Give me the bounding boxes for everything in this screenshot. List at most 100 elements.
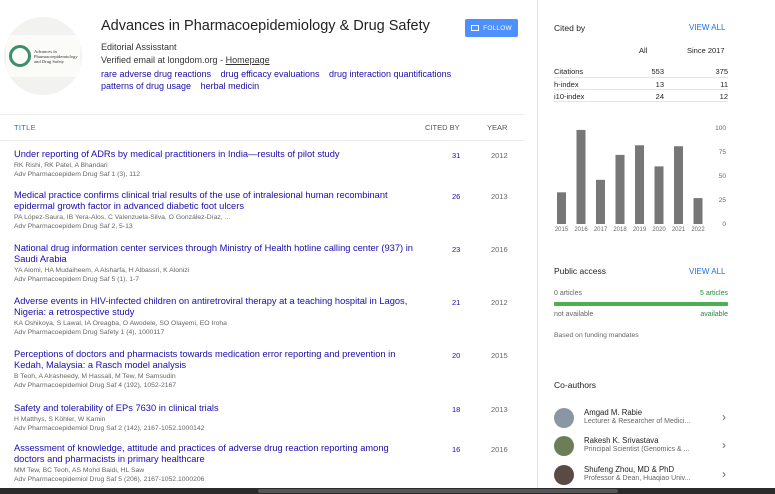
article-year: 2016	[491, 445, 508, 454]
main-column: Advances in Pharmacoepidemiology and Dru…	[0, 0, 524, 494]
profile-name: Advances in Pharmacoepidemiology & Drug …	[101, 18, 430, 34]
chevron-right-icon: ›	[722, 467, 726, 481]
article-venue: Adv Pharmacoepidemiol Drug Saf 5 (206), …	[14, 476, 205, 483]
article-cited-count[interactable]: 20	[452, 351, 460, 360]
stat-divider	[554, 101, 728, 102]
chart-bar-2016[interactable]	[576, 129, 586, 224]
article-authors: MM Tew, BC Teoh, AS Mohd Baidi, HL Saw	[14, 467, 145, 474]
chart-x-tick-label: 2018	[613, 227, 627, 233]
stat-col-since: Since 2017	[687, 46, 725, 55]
article-row: Safety and tolerability of EPs 7630 in c…	[14, 403, 524, 433]
coauthor-avatar	[554, 436, 574, 456]
funding-mandates-note: Based on funding mandates	[554, 332, 639, 339]
avatar-logo-text: Advances in Pharmacoepidemiology and Dru…	[34, 48, 78, 64]
stat-divider	[554, 77, 728, 78]
sort-by-title[interactable]: TITLE	[14, 123, 36, 132]
chart-y-tick-label: 0	[722, 221, 726, 228]
article-cited-count[interactable]: 23	[452, 245, 460, 254]
article-year: 2016	[491, 245, 508, 254]
article-venue: Adv Pharmacoepidemiol Drug Saf 4 (192), …	[14, 382, 177, 389]
coauthor-avatar	[554, 408, 574, 428]
chart-x-tick-label: 2016	[574, 227, 588, 233]
not-available-label: not available	[554, 311, 594, 318]
chart-bar-2019[interactable]	[635, 145, 644, 224]
chart-x-tick-label: 2019	[633, 227, 647, 233]
cited-by-view-all[interactable]: VIEW ALL	[689, 23, 725, 32]
article-authors: PA López-Saura, IB Yera-Alos, C Valenzue…	[14, 214, 231, 221]
coauthor-affiliation: Principal Scientist (Genomics & ...	[584, 446, 690, 453]
article-authors: KA Oshikoya, S Lawal, IA Oreagba, O Awod…	[14, 320, 227, 327]
coauthor-affiliation: Lecturer & Researcher of Medici...	[584, 418, 691, 425]
interest-link[interactable]: patterns of drug usage	[101, 81, 191, 91]
profile-affiliation: Editorial Assisstant	[101, 42, 177, 52]
sort-by-cited[interactable]: CITED BY	[425, 123, 460, 132]
article-venue: Adv Pharmacoepidem Drug Saf 5 (1), 1-7	[14, 276, 140, 283]
coauthor-name: Shufeng Zhou, MD & PhD	[584, 465, 675, 474]
coauthor-item[interactable]: Amgad M. Rabie Lecturer & Researcher of …	[554, 408, 734, 434]
sort-by-year[interactable]: YEAR	[487, 123, 507, 132]
interest-link[interactable]: rare adverse drug reactions	[101, 69, 211, 79]
articles-table-header: TITLE CITED BY YEAR	[0, 114, 524, 141]
article-cited-count[interactable]: 18	[452, 405, 460, 414]
public-access-heading: Public access	[554, 266, 606, 276]
scrollbar-thumb[interactable]	[258, 489, 618, 493]
available-count[interactable]: 5 articles	[700, 290, 728, 297]
interest-link[interactable]: drug interaction quantifications	[329, 69, 451, 79]
chevron-right-icon: ›	[722, 438, 726, 452]
article-title[interactable]: National drug information center service…	[14, 243, 414, 265]
public-access-view-all[interactable]: VIEW ALL	[689, 267, 725, 276]
article-year: 2012	[491, 151, 508, 160]
coauthor-name: Amgad M. Rabie	[584, 408, 643, 417]
chart-bar-2018[interactable]	[615, 154, 625, 224]
article-cited-count[interactable]: 26	[452, 192, 460, 201]
article-row: Assessment of knowledge, attitude and pr…	[14, 443, 524, 484]
chart-x-tick-label: 2015	[555, 227, 569, 233]
chart-x-tick-label: 2017	[594, 227, 608, 233]
article-year: 2015	[491, 351, 508, 360]
article-cited-count[interactable]: 31	[452, 151, 460, 160]
profile-header: Advances in Pharmacoepidemiology and Dru…	[0, 0, 524, 108]
chart-bar-2020[interactable]	[654, 166, 664, 224]
article-row: Medical practice confirms clinical trial…	[14, 190, 524, 231]
article-cited-count[interactable]: 21	[452, 298, 460, 307]
article-row: Adverse events in HIV-infected children …	[14, 296, 524, 337]
horizontal-scrollbar[interactable]	[0, 488, 775, 494]
coauthor-avatar	[554, 465, 574, 485]
chart-bar-2015[interactable]	[557, 192, 566, 224]
article-cited-count[interactable]: 16	[452, 445, 460, 454]
article-title[interactable]: Under reporting of ADRs by medical pract…	[14, 149, 414, 160]
homepage-link[interactable]: Homepage	[226, 55, 270, 65]
public-access-bar	[554, 302, 728, 306]
chart-bar-2022[interactable]	[693, 198, 703, 224]
chart-bar-2017[interactable]	[596, 179, 605, 224]
article-venue: Adv Pharmacoepidem Drug Saf 1 (3), 112	[14, 171, 141, 178]
profile-email: Verified email at longdom.org - Homepage	[101, 55, 270, 65]
article-title[interactable]: Perceptions of doctors and pharmacists t…	[14, 349, 414, 371]
journal-logo-icon	[9, 45, 31, 67]
profile-avatar: Advances in Pharmacoepidemiology and Dru…	[4, 17, 82, 95]
available-label: available	[700, 311, 728, 318]
chart-x-tick-label: 2021	[672, 227, 686, 233]
chart-y-tick-label: 25	[719, 197, 727, 204]
article-authors: B Teoh, A Alrasheedy, M Hassali, M Tew, …	[14, 373, 176, 380]
coauthors-heading: Co-authors	[554, 380, 597, 390]
interest-link[interactable]: herbal medicin	[201, 81, 260, 91]
article-title[interactable]: Safety and tolerability of EPs 7630 in c…	[14, 403, 414, 414]
article-title[interactable]: Assessment of knowledge, attitude and pr…	[14, 443, 414, 465]
envelope-icon	[471, 25, 480, 31]
stat-divider	[554, 89, 728, 90]
article-venue: Adv Pharmacoepidemiol Drug Saf 2 (142), …	[14, 425, 205, 432]
article-title[interactable]: Adverse events in HIV-infected children …	[14, 296, 414, 318]
article-year: 2012	[491, 298, 508, 307]
not-available-count[interactable]: 0 articles	[554, 290, 582, 297]
article-authors: H Matthys, S Köhler, W Kamin	[14, 416, 106, 423]
coauthor-name: Rakesh K. Srivastava	[584, 436, 659, 445]
sidebar: Cited by VIEW ALL All Since 2017 Citatio…	[537, 0, 775, 494]
coauthor-item[interactable]: Rakesh K. Srivastava Principal Scientist…	[554, 436, 734, 462]
article-title[interactable]: Medical practice confirms clinical trial…	[14, 190, 414, 212]
citations-bar-chart: 2015 2016 2017 2018 2019 2020 2021 2022 100 75 50…	[555, 125, 727, 233]
interest-link[interactable]: drug efficacy evaluations	[221, 69, 320, 79]
article-authors: YA Alomi, HA Mudaiheem, A Alsharfa, H Al…	[14, 267, 190, 274]
chart-bar-2021[interactable]	[674, 146, 683, 224]
follow-button[interactable]: FOLLOW	[465, 19, 518, 37]
